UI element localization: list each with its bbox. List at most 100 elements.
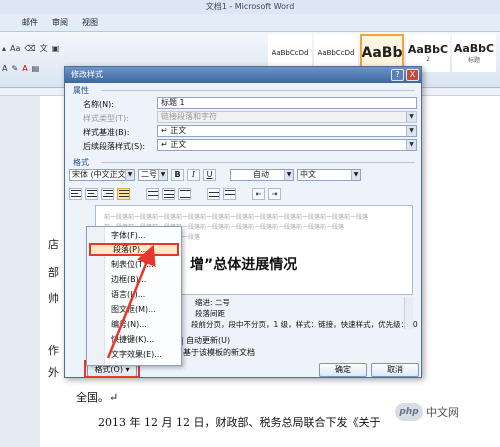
dialog-title: 修改样式 (71, 70, 103, 79)
menu-item-paragraph[interactable]: 段落(P)... (89, 243, 179, 256)
space-after-button[interactable] (223, 188, 236, 200)
type-value: 链接段落和字符 (161, 112, 217, 121)
font-color-value: 自动 (253, 170, 269, 179)
section-divider (101, 90, 415, 91)
align-right-icon (102, 189, 114, 199)
name-label: 名称(N): (83, 100, 114, 109)
preview-heading: 增”总体进展情况 (190, 257, 298, 273)
justify-button[interactable] (117, 188, 130, 200)
space-before-button[interactable] (207, 188, 220, 200)
help-button[interactable]: ? (391, 69, 404, 81)
char-shade-icon[interactable]: ▤ (32, 64, 40, 73)
section-properties: 属性 (73, 86, 89, 95)
line-spacing-icon (179, 189, 191, 199)
underline-button[interactable]: U (203, 169, 216, 181)
bold-button[interactable]: B (171, 169, 184, 181)
one-half-spacing-button[interactable] (162, 188, 175, 200)
line-spacing-icon (163, 189, 175, 199)
section-divider (101, 162, 415, 163)
font-name-value: 宋体 (中文正文 (72, 170, 126, 179)
paragraph-toolbar: ⇤ ⇥ (69, 187, 417, 201)
next-style-select[interactable]: ↵ 正文 ▼ (157, 139, 417, 151)
chevron-down-icon: ▼ (125, 170, 134, 180)
decrease-indent-button[interactable]: ⇤ (252, 188, 265, 200)
style-sample: AaBbCcDd (271, 49, 309, 57)
close-button[interactable]: X (406, 69, 419, 81)
font-color-icon[interactable]: A (22, 64, 27, 73)
border-icon[interactable]: ▣ (52, 44, 60, 53)
doc-fragment: 帅 (48, 292, 59, 305)
align-center-button[interactable] (85, 188, 98, 200)
space-before-icon (208, 189, 220, 199)
preview-before-text: 前一段落前一段落前一段落前一段落前一段落前一段落前一段落前一段落前一段落前一段落… (104, 214, 369, 221)
based-on-value: ↵ 正文 (161, 126, 187, 135)
style-caption: 标题 (467, 57, 480, 64)
menu-item-text-effects[interactable]: 文字效果(E)... (89, 348, 179, 361)
menu-item-tabs[interactable]: 制表位(T)... (89, 258, 179, 271)
based-on-select[interactable]: ↵ 正文 ▼ (157, 125, 417, 137)
ok-button[interactable]: 确定 (319, 363, 367, 377)
template-label: 基于该模板的新文档 (183, 348, 255, 357)
font-toolbar: 宋体 (中文正文 ▼ 二号 ▼ B I U 自动 ▼ 中文 ▼ (69, 168, 417, 182)
italic-button[interactable]: I (187, 169, 200, 181)
align-right-button[interactable] (101, 188, 114, 200)
doc-line: 2013 年 12 月 12 日，财政部、税务总局联合下发《关于 (98, 416, 381, 429)
language-value: 中文 (300, 170, 316, 179)
auto-update-label: 自动更新(U) (186, 336, 231, 345)
watermark: php 中文网 (393, 400, 499, 424)
doc-line: 全国。↵ (76, 391, 119, 404)
justify-icon (118, 189, 130, 199)
clear-format-icon[interactable]: ⌫ (24, 44, 35, 53)
type-select[interactable]: 链接段落和字符 ▼ (157, 111, 417, 123)
highlight-icon[interactable]: ✎ (11, 64, 18, 73)
tab-mailings[interactable]: 邮件 (22, 17, 38, 28)
ribbon-tabs: 邮件 审阅 视图 (0, 14, 500, 32)
increase-indent-button[interactable]: ⇥ (268, 188, 281, 200)
menu-item-border[interactable]: 边框(B)... (89, 273, 179, 286)
space-after-icon (224, 189, 236, 199)
style-tile-title[interactable]: AaBbC 标题 (452, 34, 496, 72)
font-size-label[interactable]: Aa (10, 44, 20, 53)
style-sample: AaBbCcDd (317, 49, 355, 57)
align-left-icon (70, 189, 82, 199)
chevron-down-icon: ▼ (351, 170, 360, 180)
doc-fragment: 外 (48, 366, 59, 379)
font-size-value: 二号 (141, 170, 157, 179)
align-left-button[interactable] (69, 188, 82, 200)
double-spacing-button[interactable] (178, 188, 191, 200)
next-style-label: 后续段落样式(S): (83, 142, 146, 151)
style-sample: AaBbC (453, 42, 495, 55)
menu-item-numbering[interactable]: 编号(N)... (89, 318, 179, 331)
style-sample: AaBbC (407, 43, 449, 56)
single-spacing-button[interactable] (146, 188, 159, 200)
font-color-select[interactable]: 自动 ▼ (230, 169, 294, 181)
tab-review[interactable]: 审阅 (52, 17, 68, 28)
menu-item-font[interactable]: 字体(F)... (89, 229, 179, 242)
doc-fragment: 作 (48, 344, 59, 357)
cancel-button[interactable]: 取消 (371, 363, 419, 377)
chevron-down-icon: ▼ (406, 112, 416, 122)
language-select[interactable]: 中文 ▼ (297, 169, 361, 181)
doc-fragment: 店 (48, 238, 59, 251)
doc-fragment: 部 (48, 266, 59, 279)
name-input[interactable]: 标题 1 (157, 97, 417, 109)
dialog-titlebar: 修改样式 ? X (65, 67, 421, 83)
font-name-select[interactable]: 宋体 (中文正文 ▼ (69, 169, 135, 181)
pinyin-icon[interactable]: 文 (40, 43, 48, 54)
align-center-icon (86, 189, 98, 199)
menu-item-language[interactable]: 语言(L)... (89, 288, 179, 301)
auto-update-row: 自动更新(U) (175, 335, 230, 346)
menu-item-frame[interactable]: 图文框(M)... (89, 303, 179, 316)
window-title: 文档1 - Microsoft Word (0, 0, 500, 14)
font-grow-icon[interactable]: ▴ (2, 44, 6, 53)
chevron-down-icon: ▼ (406, 140, 416, 150)
type-label: 样式类型(T): (83, 114, 129, 123)
style-sample: AaBb (361, 45, 403, 61)
template-row: 基于该模板的新文档 (183, 347, 255, 358)
format-menu: 字体(F)... 段落(P)... 制表位(T)... 边框(B)... 语言(… (86, 226, 182, 366)
menu-item-shortcut[interactable]: 快捷键(K)... (89, 333, 179, 346)
desc-scrollbar[interactable] (404, 297, 413, 329)
font-size-select[interactable]: 二号 ▼ (138, 169, 168, 181)
text-effect-icon[interactable]: A (2, 64, 7, 73)
tab-view[interactable]: 视图 (82, 17, 98, 28)
